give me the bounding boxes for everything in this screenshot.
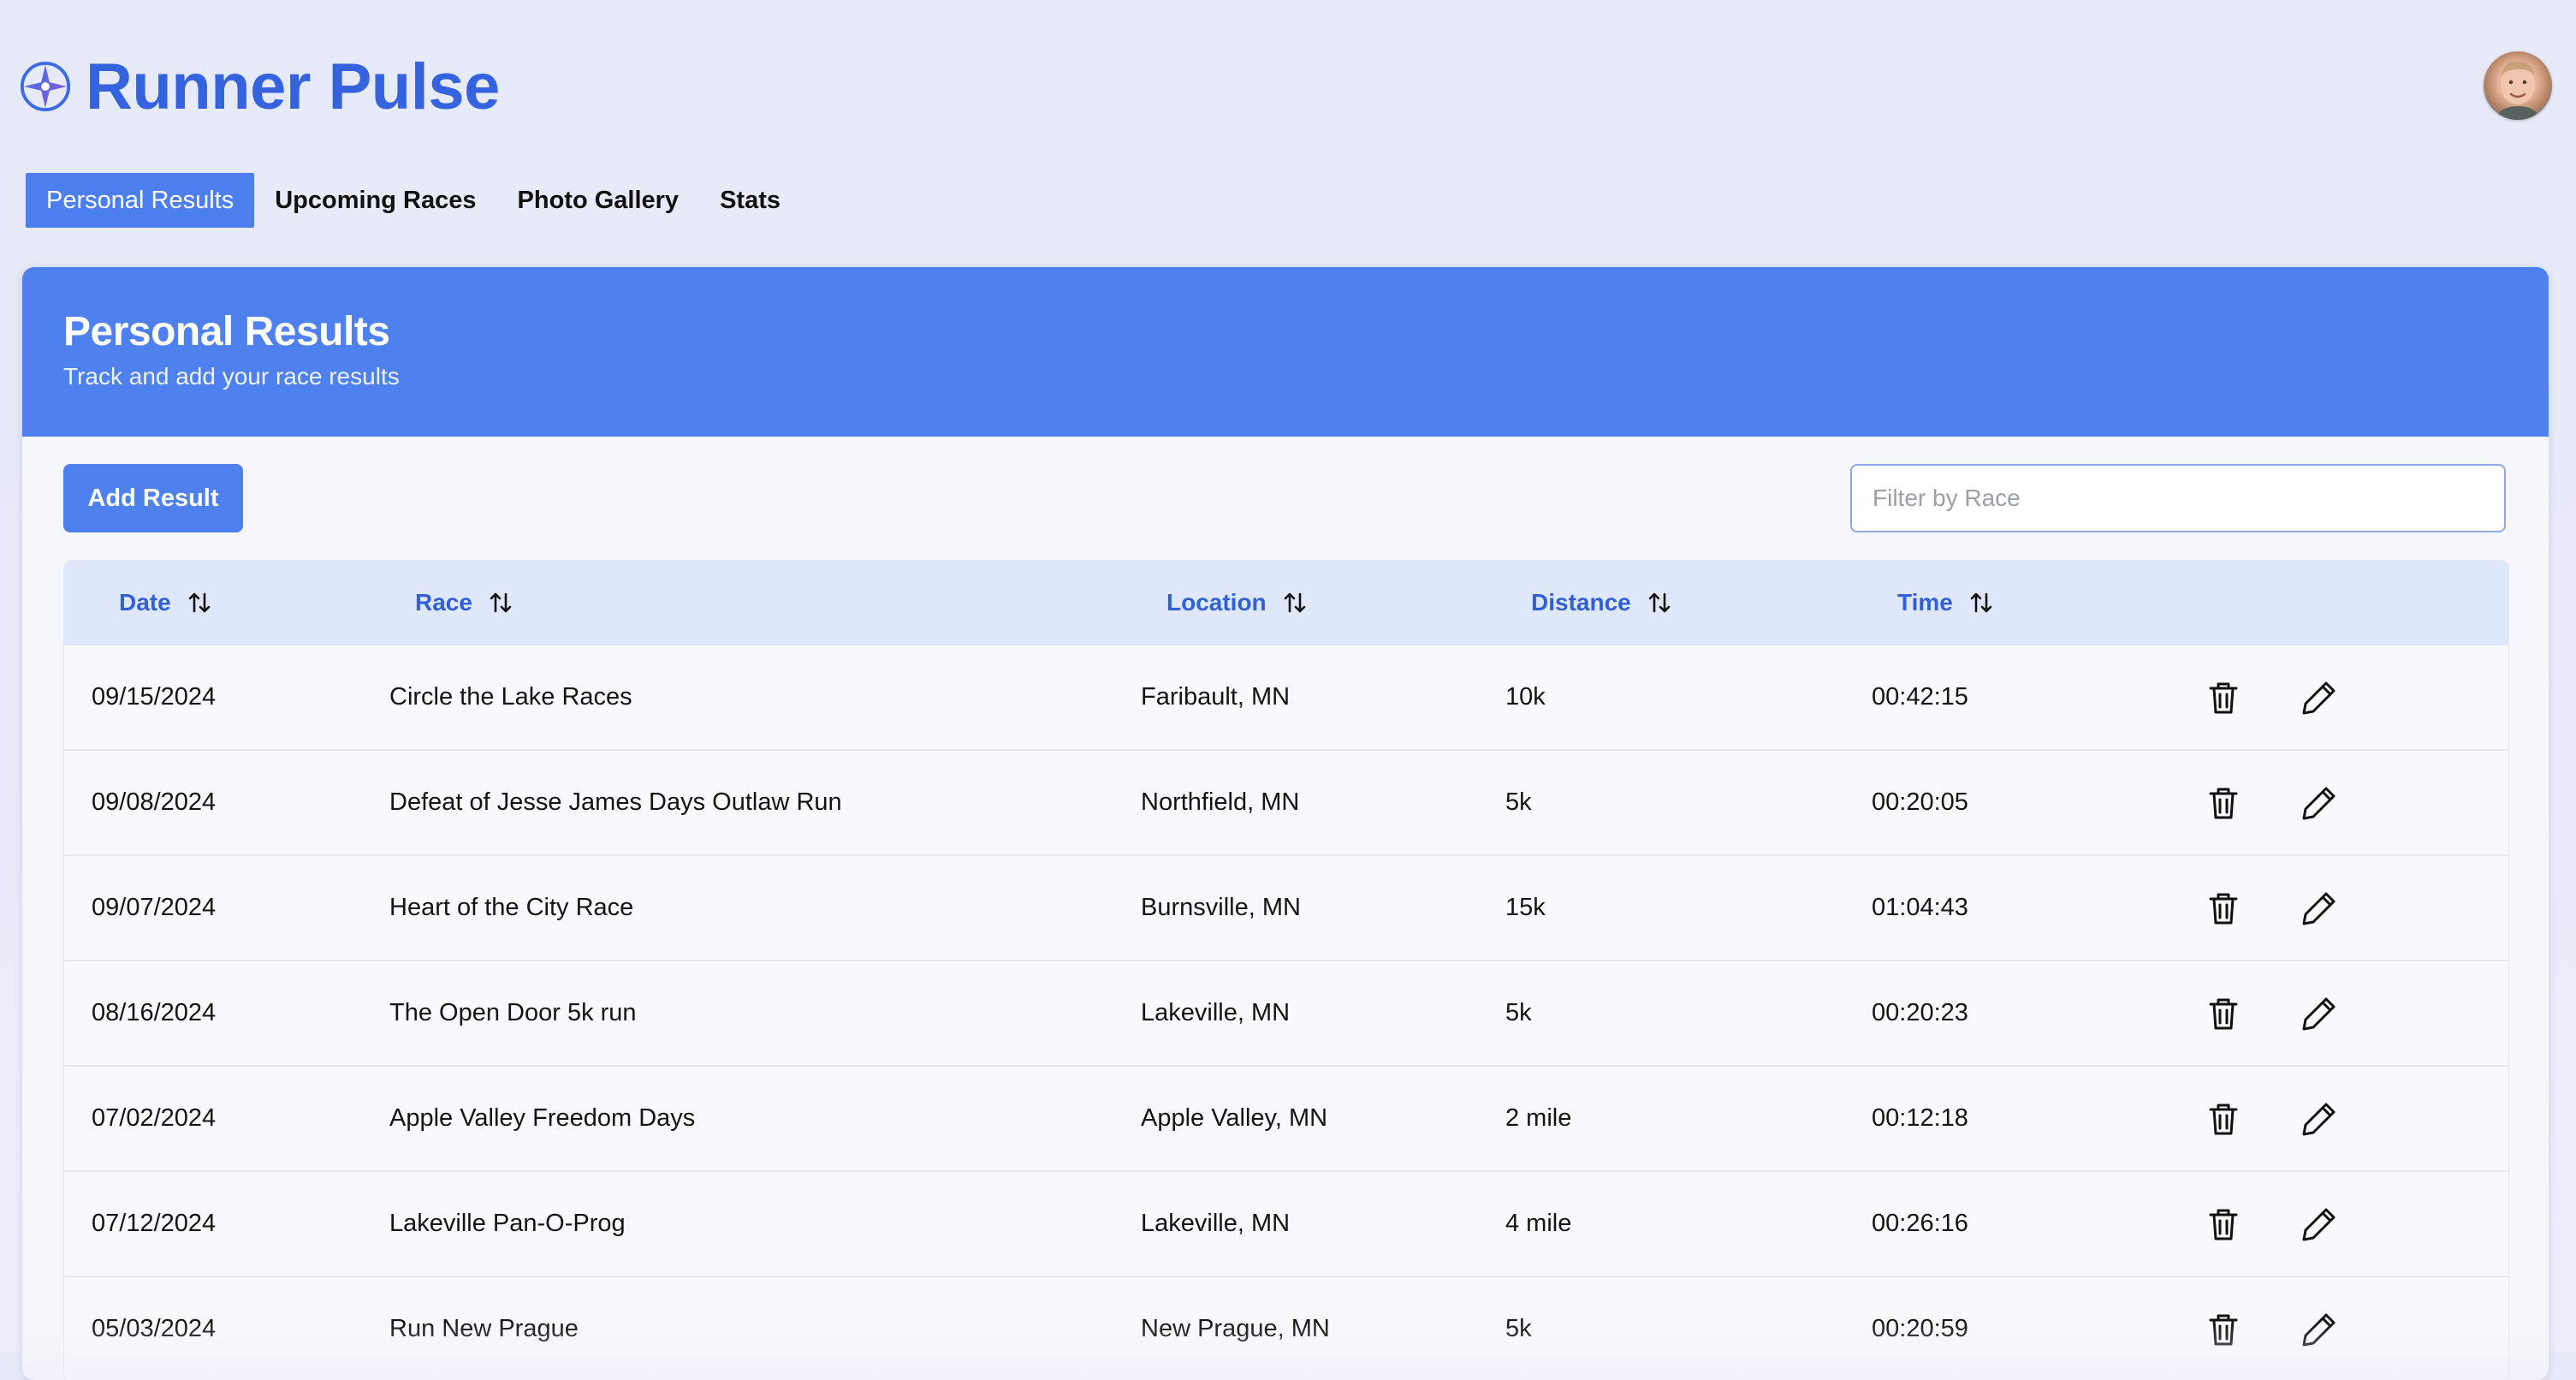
card-header: Personal Results Track and add your race… [22, 267, 2549, 437]
sort-arrows-icon [1970, 592, 1992, 613]
column-header-time[interactable]: Time [1897, 561, 1994, 645]
avatar-face-icon [2496, 61, 2540, 120]
pencil-icon[interactable] [2298, 992, 2341, 1035]
results-table: Date Race Location Distance Time 09/15/2… [63, 560, 2509, 1380]
tab-upcoming-races[interactable]: Upcoming Races [254, 173, 496, 228]
cell-distance: 4 mile [1505, 1210, 1572, 1237]
pencil-icon[interactable] [2298, 1308, 2341, 1351]
cell-location: Lakeville, MN [1141, 1210, 1291, 1237]
tab-stats[interactable]: Stats [699, 173, 801, 228]
column-label: Distance [1531, 589, 1631, 616]
table-row: 09/07/2024 Heart of the City Race Burnsv… [64, 856, 2508, 961]
tab-photo-gallery[interactable]: Photo Gallery [497, 173, 700, 228]
column-header-location[interactable]: Location [1166, 561, 1308, 645]
cell-race: Lakeville Pan-O-Prog [389, 1210, 626, 1237]
table-row: 07/02/2024 Apple Valley Freedom Days App… [64, 1067, 2508, 1172]
cell-date: 07/12/2024 [92, 1210, 217, 1237]
table-row: 05/03/2024 Run New Prague New Prague, MN… [64, 1277, 2508, 1380]
trash-icon[interactable] [2202, 992, 2245, 1035]
table-body: 09/15/2024 Circle the Lake Races Faribau… [64, 645, 2508, 1380]
trash-icon[interactable] [2202, 1097, 2245, 1140]
cell-distance: 15k [1505, 894, 1546, 921]
cell-time: 00:26:16 [1872, 1210, 1968, 1237]
cell-time: 00:20:23 [1872, 999, 1968, 1026]
cell-location: Faribault, MN [1141, 683, 1291, 711]
column-label: Time [1897, 589, 1953, 616]
pencil-icon[interactable] [2298, 1203, 2341, 1246]
cell-date: 05/03/2024 [92, 1315, 217, 1342]
cell-date: 09/08/2024 [92, 788, 217, 816]
table-row: 09/15/2024 Circle the Lake Races Faribau… [64, 645, 2508, 751]
cell-race: Defeat of Jesse James Days Outlaw Run [389, 788, 842, 816]
compass-logo-icon [20, 61, 71, 112]
table-header: Date Race Location Distance Time [64, 561, 2508, 645]
pencil-icon[interactable] [2298, 782, 2341, 824]
cell-date: 09/15/2024 [92, 683, 217, 711]
cell-time: 00:20:59 [1872, 1315, 1968, 1342]
trash-icon[interactable] [2202, 782, 2245, 824]
cell-race: Run New Prague [389, 1315, 579, 1342]
trash-icon[interactable] [2202, 1308, 2245, 1351]
trash-icon[interactable] [2202, 1203, 2245, 1246]
cell-location: Northfield, MN [1141, 788, 1300, 816]
main-tabs: Personal Results Upcoming Races Photo Ga… [26, 173, 801, 228]
cell-distance: 5k [1505, 999, 1532, 1026]
trash-icon[interactable] [2202, 676, 2245, 719]
sort-arrows-icon [490, 592, 512, 613]
table-row: 08/16/2024 The Open Door 5k run Lakevill… [64, 961, 2508, 1067]
cell-location: Apple Valley, MN [1141, 1104, 1328, 1132]
pencil-icon[interactable] [2298, 1097, 2341, 1140]
cell-time: 00:12:18 [1872, 1104, 1968, 1132]
cell-date: 07/02/2024 [92, 1104, 217, 1132]
app-title: Runner Pulse [86, 51, 500, 123]
column-label: Race [415, 589, 472, 616]
pencil-icon[interactable] [2298, 676, 2341, 719]
cell-race: Circle the Lake Races [389, 683, 632, 711]
cell-distance: 5k [1505, 788, 1532, 816]
filter-race-input[interactable] [1850, 464, 2506, 532]
cell-race: Apple Valley Freedom Days [389, 1104, 696, 1132]
cell-location: Burnsville, MN [1141, 894, 1301, 921]
cell-distance: 2 mile [1505, 1104, 1572, 1132]
sort-arrows-icon [1648, 592, 1671, 613]
column-header-distance[interactable]: Distance [1531, 561, 1672, 645]
cell-distance: 10k [1505, 683, 1546, 711]
cell-race: Heart of the City Race [389, 894, 634, 921]
cell-time: 00:42:15 [1872, 683, 1968, 711]
pencil-icon[interactable] [2298, 887, 2341, 930]
add-result-button[interactable]: Add Result [63, 464, 243, 532]
column-header-date[interactable]: Date [119, 561, 212, 645]
card-subtitle: Track and add your race results [63, 363, 400, 390]
cell-location: Lakeville, MN [1141, 999, 1291, 1026]
column-label: Date [119, 589, 171, 616]
trash-icon[interactable] [2202, 887, 2245, 930]
cell-location: New Prague, MN [1141, 1315, 1330, 1342]
column-label: Location [1166, 589, 1267, 616]
cell-date: 09/07/2024 [92, 894, 217, 921]
tab-personal-results[interactable]: Personal Results [26, 173, 255, 228]
cell-time: 00:20:05 [1872, 788, 1968, 816]
table-row: 09/08/2024 Defeat of Jesse James Days Ou… [64, 751, 2508, 856]
user-avatar[interactable] [2484, 51, 2552, 120]
sort-arrows-icon [188, 592, 211, 613]
cell-race: The Open Door 5k run [389, 999, 637, 1026]
card-title: Personal Results [63, 309, 390, 354]
column-header-race[interactable]: Race [415, 561, 513, 645]
results-card: Personal Results Track and add your race… [22, 267, 2549, 1380]
cell-time: 01:04:43 [1872, 894, 1968, 921]
sort-arrows-icon [1284, 592, 1305, 613]
table-row: 07/12/2024 Lakeville Pan-O-Prog Lakevill… [64, 1172, 2508, 1277]
cell-distance: 5k [1505, 1315, 1532, 1342]
cell-date: 08/16/2024 [92, 999, 217, 1026]
